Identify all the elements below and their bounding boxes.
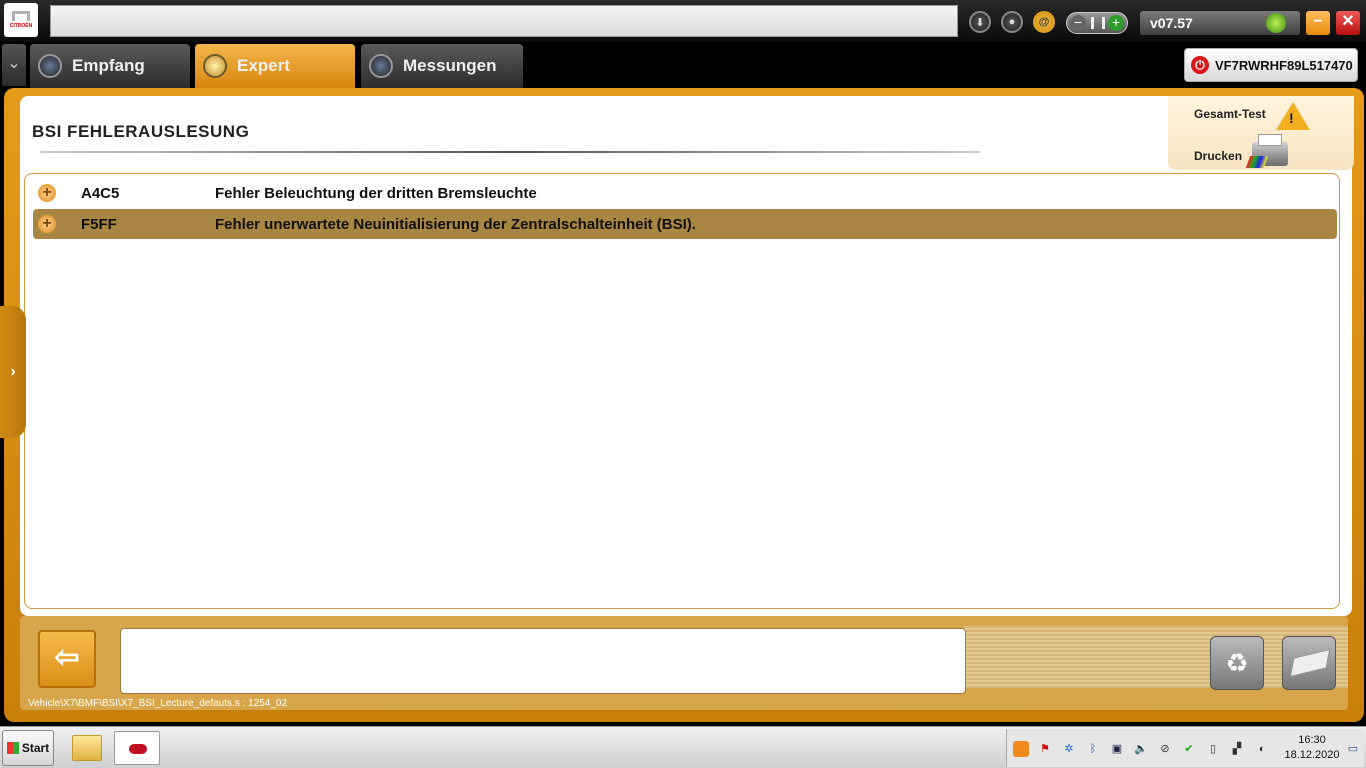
bluetooth-icon[interactable]: ᛒ [1085, 741, 1101, 757]
start-label: Start [21, 741, 50, 755]
warning-mark: ! [1289, 110, 1294, 126]
magnifier-icon [203, 54, 227, 78]
battery-icon[interactable]: ▯ [1205, 741, 1221, 757]
address-field[interactable] [50, 5, 958, 37]
signal-icon[interactable]: ▞ [1229, 741, 1245, 757]
fault-description: Fehler Beleuchtung der dritten Bremsleuc… [215, 184, 537, 202]
fault-description: Fehler unerwartete Neuinitialisierung de… [215, 215, 696, 233]
volume-icon[interactable]: 🔈 [1133, 741, 1149, 757]
connection-status-icon [1266, 13, 1286, 33]
plus-icon[interactable]: + [1108, 15, 1124, 31]
explorer-icon[interactable] [72, 735, 102, 761]
taskbar: Start ⚑ ✲ ᛒ ▣ 🔈 ⊘ ✔ ▯ ▞ ◖ 16:30 18.12.20… [0, 726, 1366, 768]
recycle-bin-button[interactable]: ♻ [1210, 636, 1264, 690]
display-icon[interactable]: ▣ [1109, 741, 1125, 757]
tab-label: Expert [237, 56, 290, 75]
tab-messungen[interactable]: Messungen [361, 44, 523, 88]
title-divider [40, 151, 980, 153]
tab-label: Messungen [403, 56, 497, 75]
expand-icon[interactable]: + [38, 184, 56, 202]
tray-flag-icon[interactable]: ⚑ [1037, 741, 1053, 757]
recycle-bin-icon: ♻ [1225, 648, 1249, 678]
eraser-button[interactable] [1282, 636, 1336, 690]
back-button[interactable]: ⇦ [38, 630, 96, 688]
clock-time: 16:30 [1298, 734, 1326, 746]
volume-toggle[interactable]: − + [1066, 12, 1128, 34]
tab-empfang[interactable]: Empfang [30, 44, 190, 88]
fault-list: + A4C5 Fehler Beleuchtung der dritten Br… [24, 173, 1340, 609]
clock-date: 18.12.2020 [1284, 749, 1340, 761]
fault-code: A4C5 [81, 184, 120, 202]
fault-code: F5FF [81, 215, 117, 233]
diagbox-app: CITROËN ⬇ ● @ − + v07.57 − ✕ ⌄ Empfang E… [0, 0, 1366, 768]
bottom-bar: ⇦ ♻ Vehicle\X7\BMF\BSI\X7_BSI_Lecture_de… [20, 616, 1348, 710]
tab-menu-chevron-icon[interactable]: ⌄ [2, 44, 26, 86]
level-bars-icon [1091, 17, 1105, 29]
side-panel-handle[interactable]: › [0, 306, 26, 438]
user-icon[interactable]: ● [1001, 11, 1023, 33]
brand-name: CITROËN [9, 23, 33, 29]
start-button[interactable]: Start [2, 730, 54, 766]
minimize-button[interactable]: − [1306, 11, 1330, 35]
version-label: v07.57 [1150, 15, 1193, 31]
tab-expert[interactable]: Expert [195, 44, 355, 88]
close-button[interactable]: ✕ [1336, 11, 1360, 35]
content-panel: BSI FEHLERAUSLESUNG Gesamt-Test ! Drucke… [20, 96, 1354, 616]
network-icon[interactable]: ⊘ [1157, 741, 1173, 757]
main-frame: BSI FEHLERAUSLESUNG Gesamt-Test ! Drucke… [4, 88, 1364, 722]
at-icon[interactable]: @ [1033, 11, 1055, 33]
gesamt-test-button[interactable]: Gesamt-Test [1194, 107, 1266, 121]
show-desktop-icon[interactable]: ▭ [1345, 741, 1361, 757]
empfang-icon [38, 54, 62, 78]
waveform-icon [369, 54, 393, 78]
fault-row[interactable]: + A4C5 Fehler Beleuchtung der dritten Br… [33, 178, 1337, 208]
back-arrow-icon: ⇦ [54, 641, 80, 674]
clock[interactable]: 16:30 18.12.2020 [1283, 733, 1341, 763]
side-actions: Gesamt-Test ! Drucken [1168, 96, 1354, 170]
printer-icon[interactable] [1252, 134, 1288, 166]
system-tray: ⚑ ✲ ᛒ ▣ 🔈 ⊘ ✔ ▯ ▞ ◖ 16:30 18.12.2020 ▭ [1006, 729, 1364, 767]
power-icon: ⏻ [1191, 56, 1209, 74]
version-indicator: v07.57 [1140, 11, 1300, 35]
page-title: BSI FEHLERAUSLESUNG [32, 122, 250, 141]
windows-logo-icon [6, 742, 19, 754]
chevron-right-icon: › [10, 363, 16, 380]
security-check-icon[interactable]: ✔ [1181, 741, 1197, 757]
brand-chevrons [12, 11, 30, 21]
diagbox-taskbar-icon[interactable] [114, 731, 160, 765]
tray-app-icon[interactable] [1013, 741, 1029, 757]
script-path: Vehicle\X7\BMF\BSI\X7_BSI_Lecture_defaut… [28, 698, 288, 709]
download-icon[interactable]: ⬇ [969, 11, 991, 33]
vin-button[interactable]: ⏻ VF7RWRHF89L517470 [1184, 48, 1358, 82]
tray-gear-icon[interactable]: ✲ [1061, 741, 1077, 757]
fault-row-selected[interactable]: + F5FF Fehler unerwartete Neuinitialisie… [33, 209, 1337, 239]
speaker-icon[interactable]: ◖ [1253, 741, 1269, 757]
top-bar: CITROËN ⬇ ● @ − + v07.57 − ✕ [0, 0, 1366, 42]
drucken-button[interactable]: Drucken [1194, 149, 1242, 163]
vin-label: VF7RWRHF89L517470 [1215, 57, 1353, 73]
brand-logo[interactable]: CITROËN [4, 3, 38, 37]
message-box [120, 628, 966, 694]
minus-icon[interactable]: − [1070, 15, 1086, 31]
expand-icon[interactable]: + [38, 215, 56, 233]
tab-label: Empfang [72, 56, 145, 75]
tab-bar: ⌄ Empfang Expert Messungen ⏻ VF7RWRHF89L… [0, 42, 1366, 88]
